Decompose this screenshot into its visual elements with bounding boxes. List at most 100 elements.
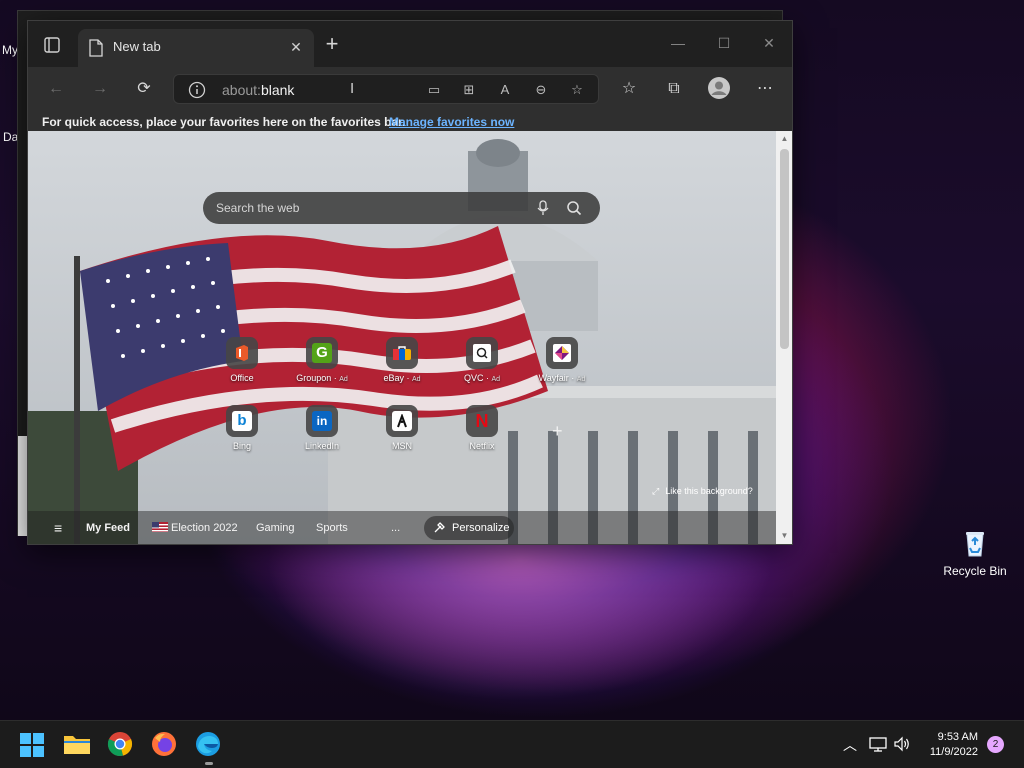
quick-link-linkedin[interactable]: in LinkedIn	[292, 405, 352, 451]
url-text[interactable]: about:blank	[222, 82, 294, 98]
tile-label: Wayfair	[538, 373, 569, 383]
qr-code-icon[interactable]: ⊞	[460, 81, 478, 99]
vertical-scrollbar[interactable]: ▲ ▼	[776, 131, 792, 544]
feed-tab-label: Election 2022	[171, 522, 238, 534]
notification-badge[interactable]: 2	[987, 736, 1004, 753]
desktop-icon-label-partial: My	[2, 43, 18, 57]
add-site-icon[interactable]: +	[552, 421, 563, 442]
scroll-up-arrow-icon[interactable]: ▲	[779, 134, 790, 146]
network-icon[interactable]	[869, 736, 887, 755]
like-background-button[interactable]: ⤢ Like this background?	[652, 486, 753, 497]
recycle-bin-shortcut[interactable]: Recycle Bin	[942, 528, 1008, 578]
tab-actions-icon[interactable]	[42, 35, 62, 55]
quick-link-netflix[interactable]: N Netflix	[452, 405, 512, 451]
feed-navigation-bar: ≡ My Feed Election 2022 Gaming Sports ..…	[28, 511, 776, 544]
like-background-label: Like this background?	[665, 486, 753, 496]
personalize-icon	[434, 522, 445, 533]
quick-link-bing[interactable]: b Bing	[212, 405, 272, 451]
text-cursor-icon: I	[350, 80, 355, 97]
search-icon[interactable]	[566, 200, 582, 216]
office-icon	[226, 337, 258, 369]
tile-label: Groupon	[296, 373, 332, 383]
close-tab-icon[interactable]: ✕	[288, 39, 304, 55]
tile-label: LinkedIn	[304, 441, 340, 451]
tile-label: eBay	[383, 373, 404, 383]
tab-new-tab[interactable]: New tab ✕	[78, 29, 314, 67]
scroll-down-arrow-icon[interactable]: ▼	[779, 531, 790, 543]
scrollbar-thumb[interactable]	[780, 149, 789, 349]
quick-link-msn[interactable]: MSN	[372, 405, 432, 451]
settings-more-icon[interactable]: ⋯	[753, 77, 777, 101]
start-button[interactable]	[19, 731, 47, 759]
new-tab-button[interactable]: +	[322, 33, 342, 55]
zoom-out-icon[interactable]: ⊖	[532, 81, 550, 99]
browser-toolbar: ← → ⟳ about:blank I ▭ ⊞ A ⊖ ☆ ☆ ⧉ ⋯	[28, 67, 792, 111]
quick-link-qvc[interactable]: QVC · Ad	[452, 337, 512, 383]
groupon-icon: G	[306, 337, 338, 369]
tile-label: Netflix	[469, 441, 495, 451]
info-icon[interactable]	[188, 81, 206, 99]
show-hidden-icons-chevron-icon[interactable]: ︿	[843, 735, 857, 755]
windows-logo-icon	[20, 733, 44, 757]
quick-link-groupon[interactable]: G Groupon · Ad	[292, 337, 352, 383]
read-aloud-icon[interactable]: A	[496, 81, 514, 99]
folder-icon	[64, 736, 90, 754]
system-clock[interactable]: 9:53 AM 11/9/2022	[918, 730, 978, 760]
profile-avatar[interactable]	[707, 77, 731, 101]
add-favorite-icon[interactable]: ☆	[568, 81, 586, 99]
clock-date: 11/9/2022	[929, 746, 978, 758]
firefox-icon	[152, 732, 176, 756]
tile-label: Bing	[232, 441, 251, 451]
search-placeholder: Search the web	[216, 201, 300, 215]
feed-tab-election[interactable]: Election 2022	[152, 522, 238, 534]
linkedin-icon: in	[306, 405, 338, 437]
feed-tab-gaming[interactable]: Gaming	[256, 522, 295, 534]
feed-tab-sports[interactable]: Sports	[316, 522, 348, 534]
quick-link-office[interactable]: Office	[212, 337, 272, 383]
tab-title: New tab	[113, 39, 161, 54]
recycle-bin-label: Recycle Bin	[943, 564, 1007, 578]
wayfair-icon	[546, 337, 578, 369]
ad-badge: Ad	[411, 376, 421, 383]
firefox-button[interactable]	[151, 731, 179, 759]
edge-icon	[196, 732, 220, 756]
close-window-icon[interactable]: ✕	[759, 33, 779, 53]
personalize-label: Personalize	[452, 522, 510, 534]
app-available-icon[interactable]: ▭	[425, 81, 443, 99]
page-icon	[88, 39, 104, 57]
back-icon[interactable]: ←	[44, 77, 68, 101]
address-bar[interactable]: about:blank I ▭ ⊞ A ⊖ ☆	[173, 74, 599, 104]
volume-icon[interactable]	[893, 736, 911, 755]
ad-badge: Ad	[491, 376, 501, 383]
minimize-icon[interactable]: —	[668, 33, 688, 53]
quick-link-ebay[interactable]: eBay · Ad	[372, 337, 432, 383]
feed-more-button[interactable]: ...	[391, 522, 400, 534]
new-tab-page: Search the web Office G Groupon · Ad eBa…	[28, 131, 776, 544]
bing-icon: b	[226, 405, 258, 437]
msn-icon	[386, 405, 418, 437]
collections-icon[interactable]: ⧉	[662, 77, 686, 101]
favorites-icon[interactable]: ☆	[617, 77, 641, 101]
manage-favorites-link[interactable]: Manage favorites now	[389, 115, 514, 129]
edge-button[interactable]	[195, 731, 223, 765]
favorites-bar-message: For quick access, place your favorites h…	[42, 115, 406, 129]
refresh-icon[interactable]: ⟳	[132, 77, 156, 101]
forward-icon[interactable]: →	[88, 77, 112, 101]
ebay-icon	[386, 337, 418, 369]
web-search-box[interactable]: Search the web	[203, 192, 600, 224]
feed-tab-my-feed[interactable]: My Feed	[86, 522, 130, 534]
personalize-button[interactable]: Personalize	[424, 516, 514, 540]
file-explorer-button[interactable]	[63, 731, 91, 759]
edge-browser-window[interactable]: New tab ✕ + — ☐ ✕ ← → ⟳ about:blank I ▭ …	[27, 20, 793, 545]
chrome-button[interactable]	[107, 731, 135, 759]
taskbar: ︿ 9:53 AM 11/9/2022 2	[0, 720, 1024, 768]
quick-link-wayfair[interactable]: Wayfair · Ad	[532, 337, 592, 383]
tile-label: MSN	[392, 441, 412, 451]
microphone-icon[interactable]	[536, 200, 550, 216]
tile-label: QVC	[463, 373, 484, 383]
ad-badge: Ad	[576, 376, 586, 383]
expand-icon: ⤢	[652, 486, 660, 496]
favorites-bar: For quick access, place your favorites h…	[28, 111, 792, 131]
hamburger-menu-icon[interactable]: ≡	[54, 520, 62, 536]
maximize-icon[interactable]: ☐	[714, 33, 734, 53]
